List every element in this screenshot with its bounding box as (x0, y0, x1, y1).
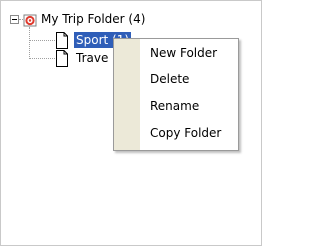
tree-connector-line (29, 27, 30, 59)
context-menu-gutter (114, 39, 140, 150)
document-icon (55, 50, 69, 67)
menu-item-delete[interactable]: Delete (150, 71, 189, 87)
tree-root-label[interactable]: My Trip Folder (4) (41, 12, 145, 26)
menu-item-new-folder[interactable]: New Folder (150, 45, 217, 61)
tree-item-label[interactable]: Trave (74, 50, 110, 66)
tree-connector-line (29, 40, 55, 41)
tree-connector-line (29, 58, 55, 59)
red-target-folder-icon (23, 13, 37, 27)
menu-item-rename[interactable]: Rename (150, 98, 199, 114)
collapse-toggle-icon[interactable] (10, 15, 19, 24)
context-menu: New Folder Delete Rename Copy Folder (113, 38, 239, 151)
folder-tree-panel: My Trip Folder (4) Sport (1) Trave New F… (0, 0, 262, 246)
document-icon (55, 32, 69, 49)
menu-item-copy-folder[interactable]: Copy Folder (150, 125, 221, 141)
